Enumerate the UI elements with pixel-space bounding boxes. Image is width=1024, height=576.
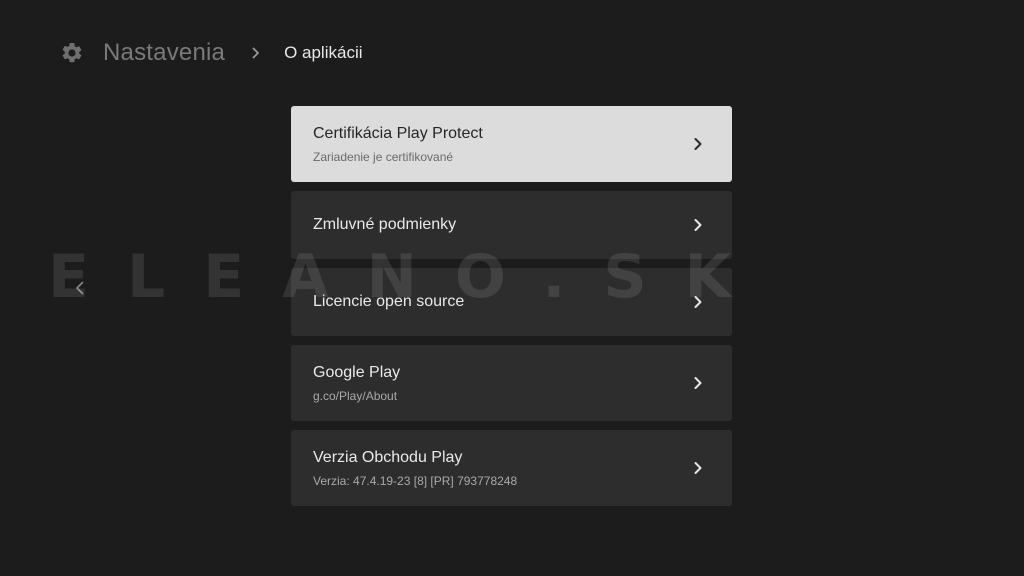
chevron-right-icon xyxy=(693,218,703,232)
chevron-right-icon xyxy=(693,461,703,475)
chevron-right-icon xyxy=(693,295,703,309)
item-subtitle: Zariadenie je certifikované xyxy=(313,150,454,164)
page-title: O aplikácii xyxy=(284,43,363,62)
breadcrumb-root: Nastavenia xyxy=(103,39,226,66)
list-item-play-protect[interactable]: Certifikácia Play Protect Zariadenie je … xyxy=(291,106,732,182)
settings-list: Certifikácia Play Protect Zariadenie je … xyxy=(291,106,732,515)
item-title: Google Play xyxy=(313,364,401,381)
item-title: Certifikácia Play Protect xyxy=(313,125,483,142)
list-item-google-play[interactable]: Google Play g.co/Play/About xyxy=(291,345,732,421)
list-item-open-source[interactable]: Licencie open source xyxy=(291,268,732,336)
item-title: Licencie open source xyxy=(313,293,465,310)
breadcrumb: Nastavenia O aplikácii xyxy=(60,38,363,68)
chevron-right-icon xyxy=(693,376,703,390)
item-title: Zmluvné podmienky xyxy=(313,216,457,233)
item-title: Verzia Obchodu Play xyxy=(313,449,463,466)
list-item-play-store-version[interactable]: Verzia Obchodu Play Verzia: 47.4.19-23 [… xyxy=(291,430,732,506)
back-chevron-icon[interactable] xyxy=(72,279,88,297)
chevron-right-icon xyxy=(693,137,703,151)
list-item-terms[interactable]: Zmluvné podmienky xyxy=(291,191,732,259)
item-subtitle: Verzia: 47.4.19-23 [8] [PR] 793778248 xyxy=(313,474,518,488)
item-subtitle: g.co/Play/About xyxy=(313,389,398,403)
chevron-right-icon xyxy=(249,46,263,60)
settings-screen: Nastavenia O aplikácii Certifikácia Play… xyxy=(0,0,1024,576)
gear-icon xyxy=(60,41,84,65)
